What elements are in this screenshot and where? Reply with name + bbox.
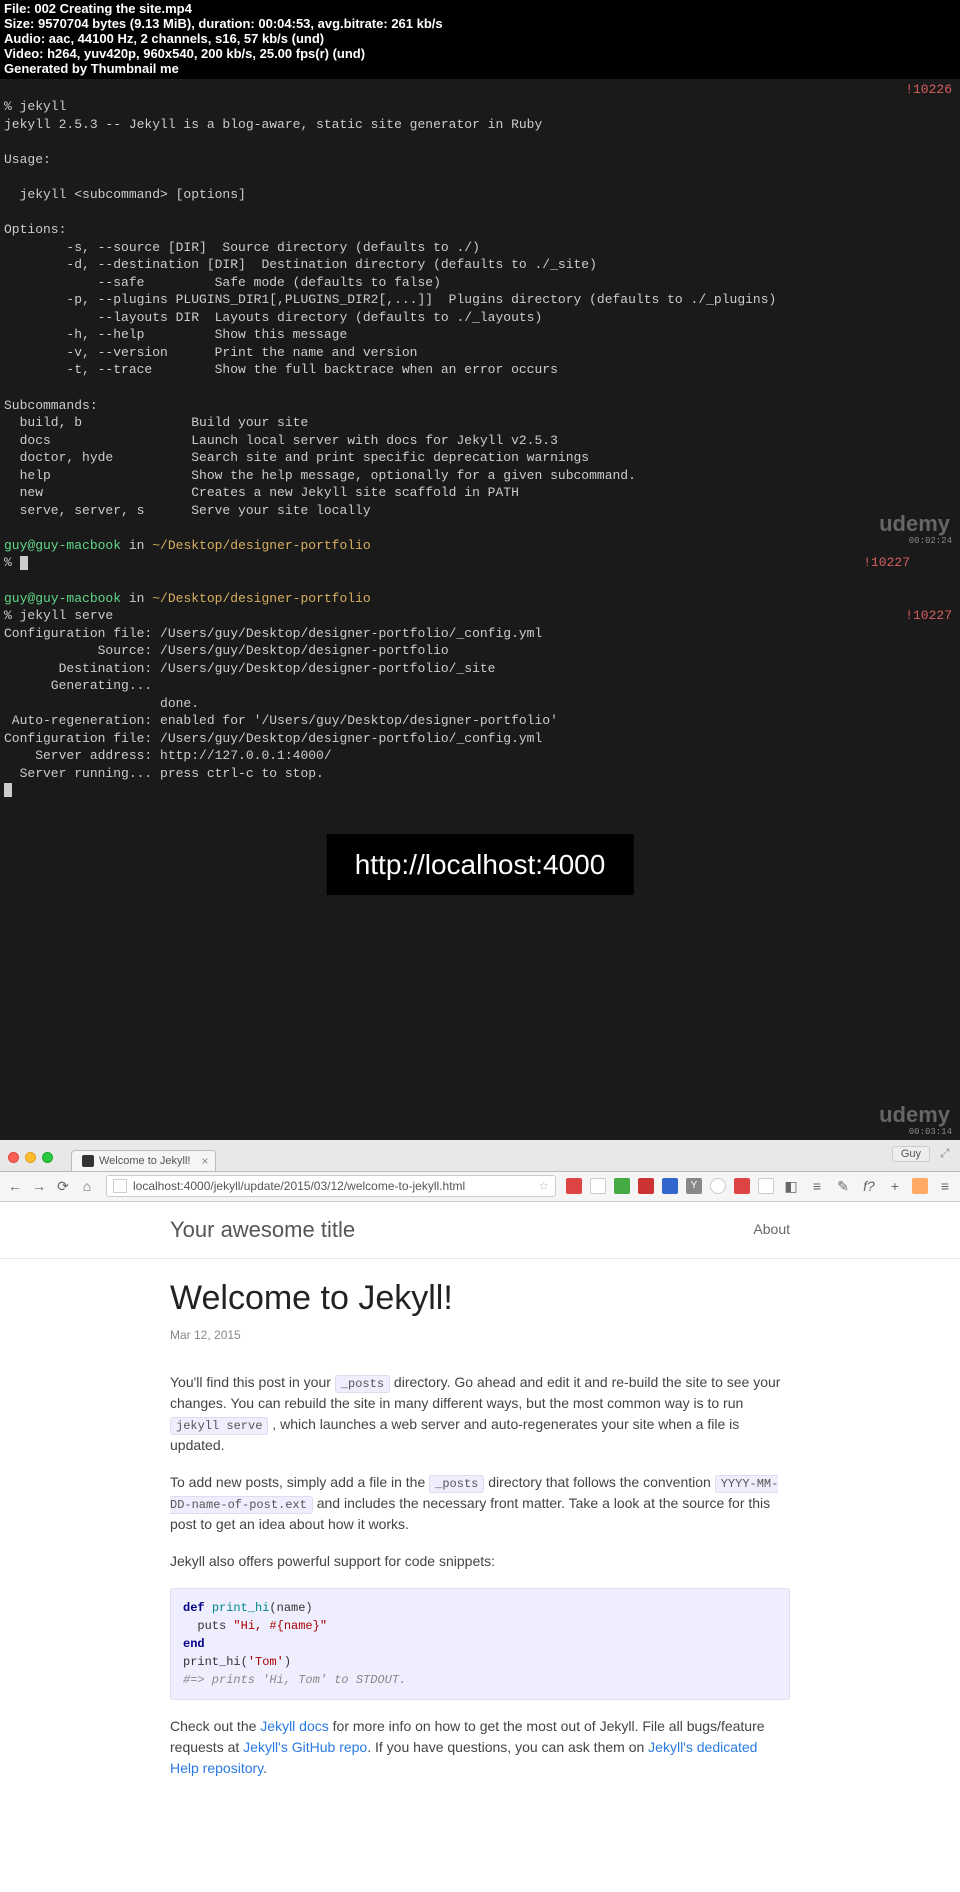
terminal-line: -d, --destination [DIR] Destination dire… [4, 257, 597, 272]
prompt-user: guy@guy-macbook [4, 538, 121, 553]
prompt-user: guy@guy-macbook [4, 591, 121, 606]
maximize-window-button[interactable] [42, 1152, 53, 1163]
extension-icon[interactable] [566, 1178, 582, 1194]
terminal-line: jekyll <subcommand> [options] [4, 187, 246, 202]
terminal-line: -h, --help Show this message [4, 327, 347, 342]
extension-icon[interactable]: Y [686, 1178, 702, 1194]
tab-title: Welcome to Jekyll! [99, 1155, 191, 1167]
extension-icon[interactable] [662, 1178, 678, 1194]
terminal-line: Server address: http://127.0.0.1:4000/ [4, 748, 332, 763]
prompt-path: ~/Desktop/designer-portfolio [152, 591, 370, 606]
url-text: localhost:4000/jekyll/update/2015/03/12/… [133, 1179, 465, 1193]
terminal-line: % jekyll [4, 99, 66, 114]
command-input: jekyll serve [20, 608, 114, 623]
terminal-line: Subcommands: [4, 398, 98, 413]
terminal-line: --safe Safe mode (defaults to false) [4, 275, 441, 290]
url-overlay-label: http://localhost:4000 [327, 834, 634, 896]
terminal-line: new Creates a new Jekyll site scaffold i… [4, 485, 519, 500]
paragraph: Check out the Jekyll docs for more info … [170, 1716, 790, 1779]
minimize-window-button[interactable] [25, 1152, 36, 1163]
favicon-icon [82, 1155, 94, 1167]
menu-button[interactable]: ≡ [936, 1178, 954, 1194]
media-info-header: File: 002 Creating the site.mp4 Size: 95… [0, 0, 960, 79]
extension-icons: Y ◧ ≡ ✎ f? + ≡ [566, 1178, 954, 1195]
post-date: Mar 12, 2015 [170, 1328, 790, 1342]
extension-icon[interactable] [590, 1178, 606, 1194]
terminal-line: Configuration file: /Users/guy/Desktop/d… [4, 626, 542, 641]
browser-toolbar: ← → ⟳ ⌂ localhost:4000/jekyll/update/201… [0, 1172, 960, 1202]
paragraph: Jekyll also offers powerful support for … [170, 1551, 790, 1572]
terminal-line: Auto-regeneration: enabled for '/Users/g… [4, 713, 558, 728]
extension-icon[interactable]: ≡ [808, 1178, 826, 1194]
extension-icon[interactable] [710, 1178, 726, 1194]
terminal-line: --layouts DIR Layouts directory (default… [4, 310, 542, 325]
terminal-line: docs Launch local server with docs for J… [4, 433, 558, 448]
terminal-window[interactable]: !10226 % jekyll jekyll 2.5.3 -- Jekyll is… [0, 79, 960, 1140]
nav-about-link[interactable]: About [753, 1221, 790, 1237]
terminal-line: doctor, hyde Search site and print speci… [4, 450, 589, 465]
extension-icon[interactable]: f? [860, 1178, 878, 1194]
history-number: !10227 [905, 607, 952, 625]
extension-icon[interactable] [758, 1178, 774, 1194]
history-number: !10226 [905, 81, 952, 99]
terminal-line: build, b Build your site [4, 415, 308, 430]
terminal-line: jekyll 2.5.3 -- Jekyll is a blog-aware, … [4, 117, 542, 132]
browser-tab-bar: Welcome to Jekyll! × Guy ⤢ [0, 1140, 960, 1172]
terminal-line: Generating... [4, 678, 152, 693]
paragraph: You'll find this post in your _posts dir… [170, 1372, 790, 1456]
extension-icon[interactable] [614, 1178, 630, 1194]
terminal-line: Configuration file: /Users/guy/Desktop/d… [4, 731, 542, 746]
home-button[interactable]: ⌂ [78, 1178, 96, 1194]
close-window-button[interactable] [8, 1152, 19, 1163]
user-badge[interactable]: Guy [892, 1146, 930, 1162]
terminal-line: -s, --source [DIR] Source directory (def… [4, 240, 480, 255]
inline-code: _posts [335, 1375, 390, 1393]
video-timestamp: 00:03:14 [909, 1126, 952, 1138]
inline-code: jekyll serve [170, 1417, 268, 1435]
terminal-line: -t, --trace Show the full backtrace when… [4, 362, 558, 377]
page-content: Your awesome title About Welcome to Jeky… [0, 1202, 960, 1892]
jekyll-github-link[interactable]: Jekyll's GitHub repo [243, 1739, 367, 1755]
bookmark-star-icon[interactable]: ☆ [538, 1179, 549, 1193]
history-number: !10227 [863, 554, 910, 572]
terminal-line: Usage: [4, 152, 51, 167]
video-timestamp: 00:02:24 [909, 535, 952, 547]
back-button[interactable]: ← [6, 1178, 24, 1194]
terminal-line: Source: /Users/guy/Desktop/designer-port… [4, 643, 449, 658]
extension-icon[interactable]: ◧ [782, 1178, 800, 1195]
expand-icon[interactable]: ⤢ [940, 1146, 954, 1160]
extension-icon[interactable]: + [886, 1178, 904, 1194]
terminal-line: serve, server, s Serve your site locally [4, 503, 371, 518]
forward-button[interactable]: → [30, 1178, 48, 1194]
terminal-line: Destination: /Users/guy/Desktop/designer… [4, 661, 495, 676]
site-title[interactable]: Your awesome title [170, 1217, 355, 1243]
reload-button[interactable]: ⟳ [54, 1178, 72, 1195]
extension-icon[interactable]: ✎ [834, 1178, 852, 1195]
inline-code: _posts [429, 1475, 484, 1493]
close-tab-icon[interactable]: × [201, 1154, 208, 1168]
page-icon [113, 1179, 127, 1193]
paragraph: To add new posts, simply add a file in t… [170, 1472, 790, 1535]
extension-icon[interactable] [734, 1178, 750, 1194]
terminal-line: -p, --plugins PLUGINS_DIR1[,PLUGINS_DIR2… [4, 292, 776, 307]
extension-icon[interactable] [912, 1178, 928, 1194]
browser-tab[interactable]: Welcome to Jekyll! × [71, 1150, 216, 1171]
code-block: def print_hi(name) puts "Hi, #{name}" en… [170, 1588, 790, 1700]
terminal-line: help Show the help message, optionally f… [4, 468, 636, 483]
post-title: Welcome to Jekyll! [170, 1279, 790, 1318]
site-header: Your awesome title About [0, 1202, 960, 1259]
cursor-block [20, 556, 28, 570]
terminal-line: Options: [4, 222, 66, 237]
terminal-line: -v, --version Print the name and version [4, 345, 417, 360]
cursor-block [4, 783, 12, 797]
prompt-path: ~/Desktop/designer-portfolio [152, 538, 370, 553]
post-content: Welcome to Jekyll! Mar 12, 2015 You'll f… [160, 1259, 800, 1815]
window-controls [0, 1152, 61, 1171]
jekyll-docs-link[interactable]: Jekyll docs [260, 1718, 328, 1734]
address-bar[interactable]: localhost:4000/jekyll/update/2015/03/12/… [106, 1175, 556, 1197]
terminal-line: done. [4, 696, 199, 711]
extension-icon[interactable] [638, 1178, 654, 1194]
terminal-line: Server running... press ctrl-c to stop. [4, 766, 324, 781]
